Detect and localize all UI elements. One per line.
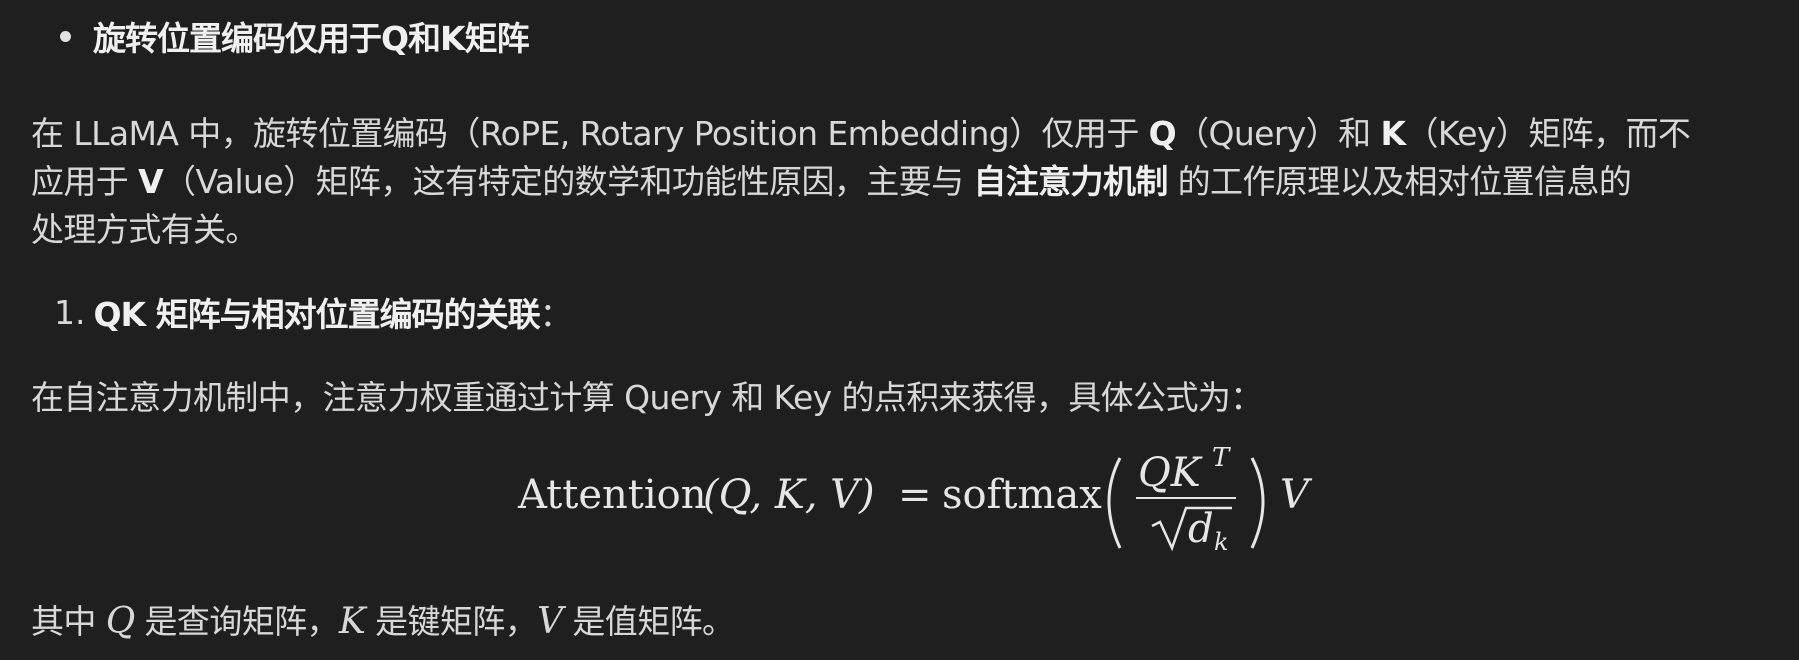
formula-numerator: QK xyxy=(1138,450,1203,496)
para3-q-math: Q xyxy=(105,601,136,642)
para3-text: 是键矩阵， xyxy=(365,602,538,641)
intro-line-1: 在 LLaMA 中，旋转位置编码（RoPE, Rotary Position E… xyxy=(31,110,1791,158)
intro-k-bold: K xyxy=(1380,114,1406,153)
formula-subscript: k xyxy=(1214,528,1229,556)
bullet-list-item: 旋转位置编码仅用于Q和K矩阵 xyxy=(54,14,530,58)
intro-line-3: 处理方式有关。 xyxy=(31,206,1791,254)
para3-v-math: V xyxy=(537,601,563,642)
intro-text: （Key）矩阵，而不 xyxy=(1405,114,1691,153)
right-paren xyxy=(1250,457,1265,549)
formula-args: (Q, K, V) xyxy=(703,472,875,518)
document: 旋转位置编码仅用于Q和K矩阵 在 LLaMA 中，旋转位置编码（RoPE, Ro… xyxy=(0,0,1799,660)
left-paren xyxy=(1107,457,1122,549)
paragraph-2: 在自注意力机制中，注意力权重通过计算 Query 和 Key 的点积来获得，具体… xyxy=(31,378,1263,417)
para3-text: 是查询矩阵， xyxy=(134,602,340,641)
formula-tail: V xyxy=(1280,472,1313,518)
bullet-heading: 旋转位置编码仅用于Q和K矩阵 xyxy=(93,19,530,58)
formula-superscript: T xyxy=(1212,443,1231,473)
intro-text: 应用于 xyxy=(31,162,139,201)
attention-formula: Attention (Q, K, V) = softmax QK T d k V xyxy=(0,438,1799,578)
intro-text: （Value）矩阵，这有特定的数学和功能性原因，主要与 xyxy=(163,162,974,201)
bullet-dot-icon xyxy=(60,30,71,42)
intro-q-bold: Q xyxy=(1148,114,1177,153)
intro-text: 的工作原理以及相对位置信息的 xyxy=(1167,162,1632,201)
list-colon: ： xyxy=(539,295,573,334)
para3-text: 其中 xyxy=(31,602,106,641)
intro-self-attention-bold: 自注意力机制 xyxy=(973,162,1168,201)
ordered-list-item: 1. QK 矩阵与相对位置编码的关联： xyxy=(54,290,573,335)
formula-equals: = xyxy=(898,472,932,518)
formula-denominator: d xyxy=(1188,506,1214,552)
intro-v-bold: V xyxy=(138,162,164,201)
list-number: 1. xyxy=(54,292,86,332)
para3-text: 是值矩阵。 xyxy=(562,602,735,641)
formula-svg: Attention (Q, K, V) = softmax QK T d k V xyxy=(517,443,1313,556)
formula-softmax: softmax xyxy=(942,472,1102,518)
intro-text: （Query）和 xyxy=(1176,114,1381,153)
para3-k-math: K xyxy=(338,601,366,642)
list-heading: QK 矩阵与相对位置编码的关联 xyxy=(93,295,541,334)
intro-text: 在 LLaMA 中，旋转位置编码（RoPE, Rotary Position E… xyxy=(31,114,1149,153)
paragraph-3: 其中 Q 是查询矩阵，K 是键矩阵，V 是值矩阵。 xyxy=(31,598,1791,646)
intro-line-2: 应用于 V（Value）矩阵，这有特定的数学和功能性原因，主要与 自注意力机制 … xyxy=(31,158,1791,206)
formula-lhs: Attention xyxy=(517,472,706,518)
intro-text: 处理方式有关。 xyxy=(31,210,258,249)
